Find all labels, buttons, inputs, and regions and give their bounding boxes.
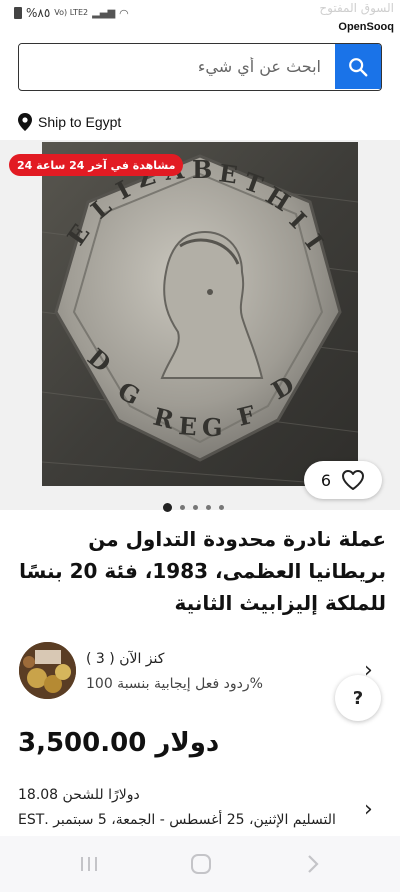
opensooq-arabic-watermark: السوق المفتوح bbox=[319, 1, 394, 15]
back-button[interactable] bbox=[298, 850, 328, 878]
svg-text:E: E bbox=[178, 411, 198, 441]
chevron-right-icon: › bbox=[364, 797, 373, 822]
seller-name: كنز الآن ( 3 ) bbox=[86, 651, 165, 667]
location-pin-icon bbox=[18, 113, 32, 131]
battery-icon bbox=[14, 7, 22, 19]
coin-image: E L I Z A B E T H I I D G R E G F D bbox=[42, 142, 358, 486]
search-input[interactable] bbox=[19, 44, 335, 89]
search-button[interactable] bbox=[335, 44, 381, 89]
network-indicator: Vo) LTE2 bbox=[54, 8, 89, 17]
recent-apps-button[interactable] bbox=[74, 850, 104, 878]
pagination-dot[interactable] bbox=[163, 503, 172, 512]
ship-to-label: Ship to Egypt bbox=[38, 114, 122, 130]
views-badge: مشاهدة في آخر 24 ساعة 24 bbox=[9, 154, 184, 176]
price: دولار 3,500.00 bbox=[18, 728, 220, 758]
pagination-dot[interactable] bbox=[180, 505, 185, 510]
delivery-estimate: التسليم الإثنين، 25 أغسطس - الجمعة، 5 سب… bbox=[18, 812, 336, 828]
pagination-dot[interactable] bbox=[193, 505, 198, 510]
gallery-pagination bbox=[163, 503, 224, 512]
image-gallery[interactable]: E L I Z A B E T H I I D G R E G F D bbox=[0, 140, 400, 510]
svg-text:B: B bbox=[192, 155, 212, 184]
svg-text:G: G bbox=[202, 413, 223, 442]
coin-photo[interactable]: E L I Z A B E T H I I D G R E G F D bbox=[42, 142, 358, 486]
opensooq-logo: OpenSooq bbox=[338, 21, 394, 33]
battery-percent: %٨٥ bbox=[26, 6, 51, 20]
heart-icon bbox=[342, 470, 365, 490]
pagination-dot[interactable] bbox=[219, 505, 224, 510]
home-icon bbox=[191, 854, 211, 874]
recent-apps-icon bbox=[81, 857, 97, 871]
favorite-count: 6 bbox=[320, 470, 332, 490]
favorite-button[interactable]: 6 bbox=[304, 461, 382, 499]
seller-avatar bbox=[19, 642, 76, 699]
home-button[interactable] bbox=[186, 850, 216, 878]
seller-feedback: %ردود فعل إيجابية بنسبة 100 bbox=[86, 676, 263, 692]
system-nav-bar bbox=[0, 836, 400, 892]
listing-title: عملة نادرة محدودة التداول من بريطانيا ال… bbox=[19, 527, 386, 615]
status-indicators: %٨٥ Vo) LTE2 ▂▄▆ ◠ bbox=[14, 6, 129, 20]
signal-icon: ▂▄▆ bbox=[92, 7, 116, 19]
search-bar bbox=[18, 43, 382, 91]
search-icon bbox=[349, 57, 368, 76]
help-button[interactable]: ? bbox=[335, 675, 381, 721]
shipping-cost: دولارًا للشحن 18.08 bbox=[18, 787, 140, 803]
wifi-icon: ◠ bbox=[119, 6, 129, 20]
status-bar: %٨٥ Vo) LTE2 ▂▄▆ ◠ السوق المفتوح OpenSoo… bbox=[0, 0, 400, 33]
ship-to-selector[interactable]: Ship to Egypt bbox=[18, 113, 121, 131]
pagination-dot[interactable] bbox=[206, 505, 211, 510]
back-icon bbox=[308, 855, 319, 873]
